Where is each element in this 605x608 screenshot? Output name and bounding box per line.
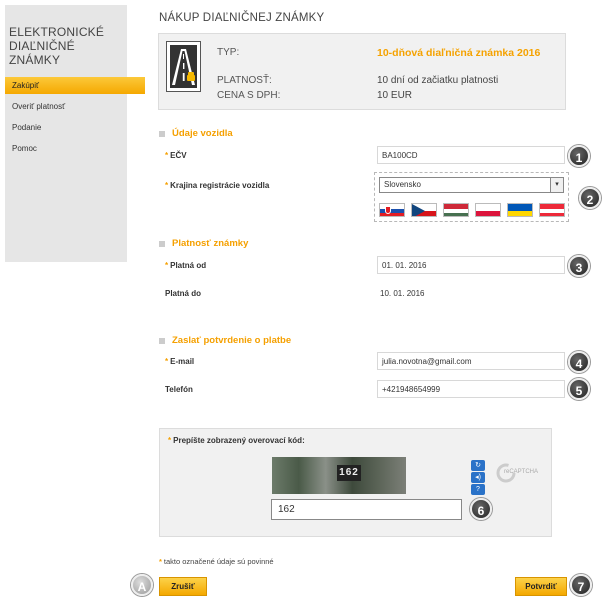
callout-6: 6 (470, 498, 492, 520)
type-label: TYP: (217, 47, 240, 58)
validity-section-title: Platnosť známky (172, 238, 249, 249)
valid-from-label: * Platná od (165, 261, 207, 270)
flag-austria[interactable] (539, 203, 565, 217)
captcha-image-text: 162 (337, 465, 361, 481)
callout-5: 5 (568, 378, 590, 400)
audio-icon[interactable]: ◂) (471, 472, 485, 483)
captcha-image: 162 (272, 457, 406, 494)
valid-to-value: 10. 01. 2016 (380, 289, 425, 298)
confirm-button[interactable]: Potvrdiť (515, 577, 567, 596)
captcha-input[interactable]: 162 (271, 499, 462, 520)
flag-ukraine[interactable] (507, 203, 533, 217)
valid-to-label: Platná do (165, 289, 202, 298)
highway-icon (166, 41, 201, 92)
confirmation-section-title: Zaslať potvrdenie o platbe (172, 335, 292, 346)
callout-3: 3 (568, 255, 590, 277)
cancel-button[interactable]: Zrušiť (159, 577, 207, 596)
callout-7: 7 (570, 574, 592, 596)
type-value: 10-dňová diaľničná známka 2016 (377, 47, 541, 59)
flag-slovakia[interactable] (379, 203, 405, 217)
callout-a: A (131, 574, 153, 596)
section-bullet (159, 131, 165, 137)
email-input[interactable]: julia.novotna@gmail.com (377, 352, 565, 370)
sidebar-item-help[interactable]: Pomoc (5, 140, 127, 157)
plate-input[interactable]: BA100CD (377, 146, 565, 164)
plate-label: * EČV (165, 151, 187, 160)
chevron-down-icon: ▾ (550, 178, 563, 192)
recaptcha-logo: reCAPTCHA (495, 460, 538, 490)
captcha-label: * Prepíšte zobrazený overovací kód: (168, 436, 305, 445)
price-label: CENA S DPH: (217, 90, 281, 101)
flag-czechia[interactable] (411, 203, 437, 217)
vehicle-section-title: Údaje vozidla (172, 128, 233, 139)
email-label: * E-mail (165, 357, 195, 366)
required-note: * takto označené údaje sú povinné (159, 557, 274, 566)
sidebar-item-verify[interactable]: Overiť platnosť (5, 98, 127, 115)
callout-4: 4 (568, 351, 590, 373)
refresh-icon[interactable]: ↻ (471, 460, 485, 471)
phone-input[interactable]: +421948654999 (377, 380, 565, 398)
callout-2: 2 (579, 187, 601, 209)
price-value: 10 EUR (377, 90, 413, 101)
country-label: * Krajina registrácie vozidla (165, 181, 270, 190)
flag-hungary[interactable] (443, 203, 469, 217)
flag-poland[interactable] (475, 203, 501, 217)
validity-label: PLATNOSŤ: (217, 75, 272, 86)
section-bullet (159, 241, 165, 247)
country-select[interactable]: Slovensko ▾ (379, 177, 564, 193)
captcha-box: * Prepíšte zobrazený overovací kód: 162 ↻… (159, 428, 552, 537)
section-bullet (159, 338, 165, 344)
sidebar-item-submission[interactable]: Podanie (5, 119, 127, 136)
help-icon[interactable]: ? (471, 484, 485, 495)
validity-value: 10 dní od začiatku platnosti (377, 75, 499, 86)
sidebar-item-buy[interactable]: Zakúpiť (5, 77, 145, 94)
valid-from-input[interactable]: 01. 01. 2016 (377, 256, 565, 274)
summary-box: TYP: 10-dňová diaľničná známka 2016 PLAT… (158, 33, 566, 110)
page-title: NÁKUP DIAĽNIČNEJ ZNÁMKY (159, 12, 325, 24)
brand-title: ELEKTRONICKÉ DIAĽNIČNÉ ZNÁMKY (9, 25, 105, 67)
callout-1: 1 (568, 145, 590, 167)
phone-label: Telefón (165, 385, 193, 394)
